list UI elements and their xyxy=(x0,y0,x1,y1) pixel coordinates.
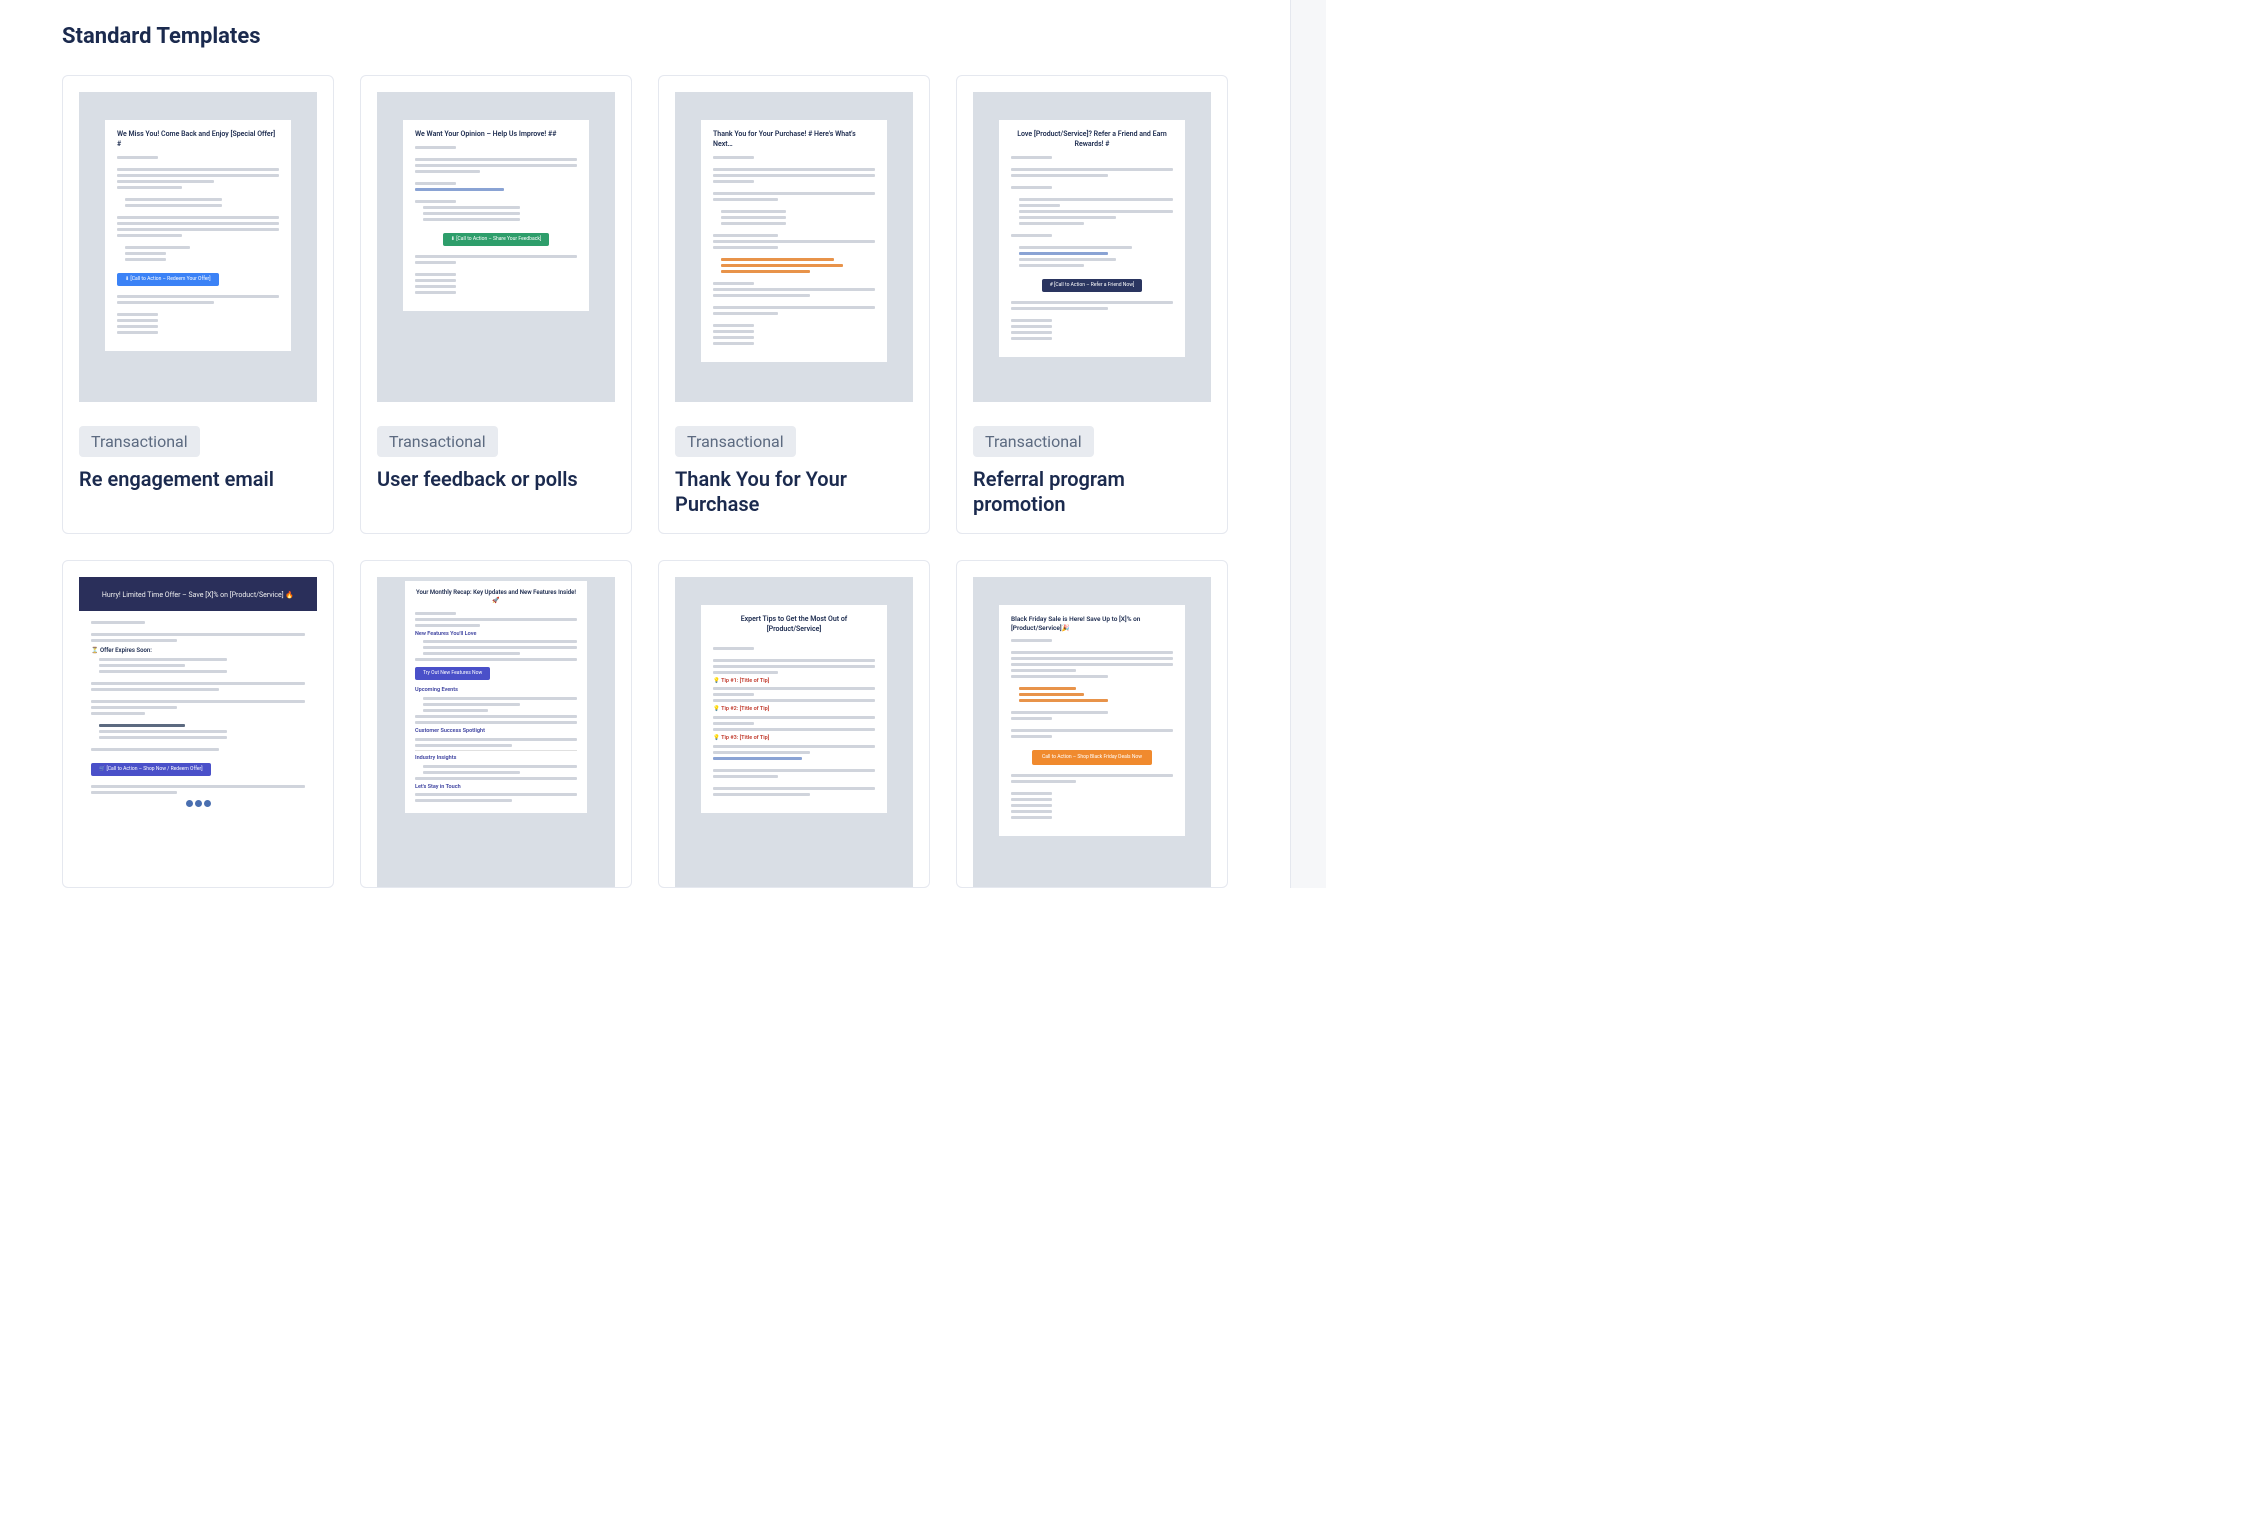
template-card-expert-tips[interactable]: Expert Tips to Get the Most Out of [Prod… xyxy=(658,560,930,888)
template-card-feedback[interactable]: We Want Your Opinion – Help Us Improve! … xyxy=(360,75,632,534)
template-title: User feedback or polls xyxy=(377,467,615,492)
template-title: Thank You for Your Purchase xyxy=(675,467,913,517)
template-card-reengagement[interactable]: We Miss You! Come Back and Enjoy [Specia… xyxy=(62,75,334,534)
template-badge: Transactional xyxy=(675,426,796,457)
template-card-black-friday[interactable]: Black Friday Sale is Here! Save Up to [X… xyxy=(956,560,1228,888)
template-title: Referral program promotion xyxy=(973,467,1211,517)
template-preview: Your Monthly Recap: Key Updates and New … xyxy=(377,577,615,887)
template-grid: We Miss You! Come Back and Enjoy [Specia… xyxy=(62,75,1228,888)
main-content: Standard Templates We Miss You! Come Bac… xyxy=(0,0,1290,888)
template-preview: Black Friday Sale is Here! Save Up to [X… xyxy=(973,577,1211,887)
tip-heading: 💡 Tip #3: [Title of Tip] xyxy=(713,735,875,743)
preview-heading: Love [Product/Service]? Refer a Friend a… xyxy=(1011,130,1173,150)
template-preview: Hurry! Limited Time Offer – Save [X]% on… xyxy=(79,577,317,887)
template-preview: Thank You for Your Purchase! # Here's Wh… xyxy=(675,92,913,402)
preview-button: # [Call to Action – Refer a Friend Now] xyxy=(1042,279,1143,292)
section-title: Standard Templates xyxy=(62,24,1228,49)
template-card-thankyou[interactable]: Thank You for Your Purchase! # Here's Wh… xyxy=(658,75,930,534)
preview-heading: Thank You for Your Purchase! # Here's Wh… xyxy=(713,130,875,150)
preview-button: ⬇ [Call to Action – Share Your Feedback] xyxy=(443,233,549,246)
template-badge: Transactional xyxy=(79,426,200,457)
template-preview: We Miss You! Come Back and Enjoy [Specia… xyxy=(79,92,317,402)
social-icons xyxy=(91,800,305,810)
preview-button: ⬇ [Call to Action – Redeem Your Offer] xyxy=(117,273,219,286)
preview-heading: Your Monthly Recap: Key Updates and New … xyxy=(415,589,577,606)
preview-heading: We Want Your Opinion – Help Us Improve! … xyxy=(415,130,577,140)
right-sidebar xyxy=(1290,0,1326,888)
template-preview: We Want Your Opinion – Help Us Improve! … xyxy=(377,92,615,402)
preview-heading: Hurry! Limited Time Offer – Save [X]% on… xyxy=(91,591,305,601)
template-badge: Transactional xyxy=(377,426,498,457)
tip-heading: 💡 Tip #2: [Title of Tip] xyxy=(713,706,875,714)
preview-heading: We Miss You! Come Back and Enjoy [Specia… xyxy=(117,130,279,150)
preview-button: 🛒 [Call to Action – Shop Now / Redeem Of… xyxy=(91,763,211,776)
template-preview: Love [Product/Service]? Refer a Friend a… xyxy=(973,92,1211,402)
template-preview: Expert Tips to Get the Most Out of [Prod… xyxy=(675,577,913,887)
preview-heading: Expert Tips to Get the Most Out of [Prod… xyxy=(713,615,875,635)
template-title: Re engagement email xyxy=(79,467,317,492)
preview-button: Try Out New Features Now xyxy=(415,667,490,680)
preview-subheading: ⏳ Offer Expires Soon: xyxy=(91,647,305,655)
template-badge: Transactional xyxy=(973,426,1094,457)
preview-heading: Black Friday Sale is Here! Save Up to [X… xyxy=(1011,615,1173,633)
preview-button: Call to Action – Shop Black Friday Deals… xyxy=(1032,750,1152,765)
template-card-referral[interactable]: Love [Product/Service]? Refer a Friend a… xyxy=(956,75,1228,534)
tip-heading: 💡 Tip #1: [Title of Tip] xyxy=(713,678,875,686)
template-card-monthly-recap[interactable]: Your Monthly Recap: Key Updates and New … xyxy=(360,560,632,888)
template-card-limited-offer[interactable]: Hurry! Limited Time Offer – Save [X]% on… xyxy=(62,560,334,888)
